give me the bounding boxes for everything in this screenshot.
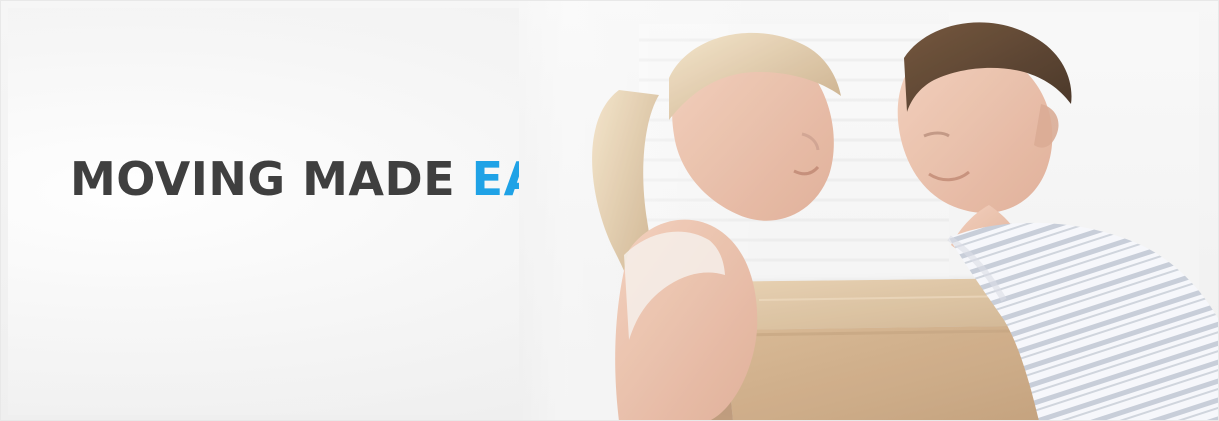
couple-with-box-illustration — [519, 0, 1219, 421]
hero-photo — [519, 0, 1219, 421]
hero-banner: MOVING MADE EASY — [0, 0, 1219, 421]
hero-headline-part1: MOVING MADE — [70, 152, 456, 206]
